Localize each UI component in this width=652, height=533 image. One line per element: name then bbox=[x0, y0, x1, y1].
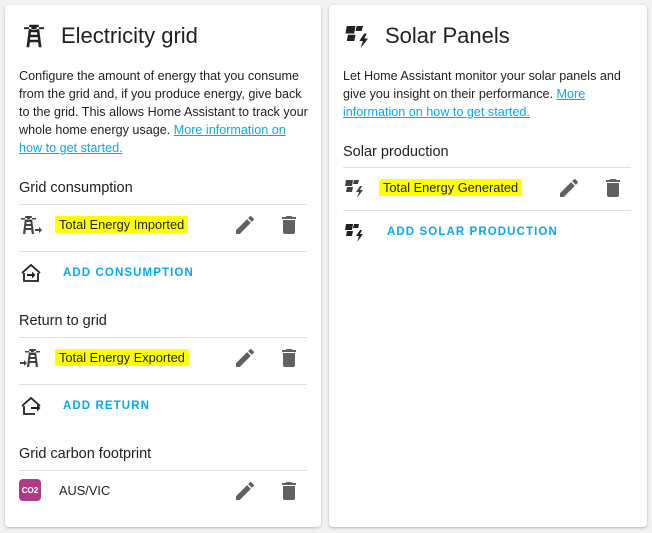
add-solar-production-label: ADD SOLAR PRODUCTION bbox=[387, 226, 558, 238]
return-to-grid-row: Total Energy Exported bbox=[19, 338, 307, 378]
carbon-footprint-row: CO2 AUS/VIC bbox=[19, 471, 307, 511]
card-title: Solar Panels bbox=[385, 23, 510, 48]
edit-pencil-icon[interactable] bbox=[233, 213, 257, 237]
solar-production-title: Solar production bbox=[343, 144, 449, 160]
solar-production-row: Total Energy Generated bbox=[343, 168, 631, 208]
return-to-grid-title: Return to grid bbox=[19, 313, 107, 329]
edit-pencil-icon[interactable] bbox=[557, 176, 581, 200]
card-title: Electricity grid bbox=[61, 23, 198, 48]
transmission-tower-export-icon bbox=[20, 349, 40, 367]
solar-description: Let Home Assistant monitor your solar pa… bbox=[343, 67, 633, 121]
transmission-tower-icon bbox=[19, 19, 49, 53]
grid-description: Configure the amount of energy that you … bbox=[19, 67, 309, 157]
solar-power-icon bbox=[343, 19, 373, 53]
add-solar-production-button[interactable]: ADD SOLAR PRODUCTION bbox=[343, 217, 558, 247]
edit-pencil-icon[interactable] bbox=[233, 346, 257, 370]
divider bbox=[343, 210, 631, 211]
delete-trash-icon[interactable] bbox=[277, 479, 301, 503]
add-return-button[interactable]: ADD RETURN bbox=[19, 391, 150, 421]
grid-consumption-row: Total Energy Imported bbox=[19, 205, 307, 245]
home-export-icon bbox=[21, 396, 41, 415]
electricity-grid-card: Electricity grid Configure the amount of… bbox=[5, 5, 321, 527]
divider bbox=[19, 384, 307, 385]
delete-trash-icon[interactable] bbox=[601, 176, 625, 200]
total-energy-exported-label: Total Energy Exported bbox=[55, 349, 189, 366]
total-energy-imported-label: Total Energy Imported bbox=[55, 216, 189, 233]
solar-power-icon bbox=[345, 224, 363, 242]
delete-trash-icon[interactable] bbox=[277, 346, 301, 370]
carbon-region-label: AUS/VIC bbox=[59, 483, 111, 498]
grid-consumption-title: Grid consumption bbox=[19, 180, 133, 196]
divider bbox=[19, 251, 307, 252]
transmission-tower-import-icon bbox=[21, 216, 42, 234]
delete-trash-icon[interactable] bbox=[277, 213, 301, 237]
solar-panels-card: Solar Panels Let Home Assistant monitor … bbox=[329, 5, 647, 527]
co2-signal-icon: CO2 bbox=[19, 479, 41, 501]
add-consumption-label: ADD CONSUMPTION bbox=[63, 267, 194, 279]
add-return-label: ADD RETURN bbox=[63, 400, 151, 412]
grid-carbon-footprint-title: Grid carbon footprint bbox=[19, 446, 152, 462]
edit-pencil-icon[interactable] bbox=[233, 479, 257, 503]
add-consumption-button[interactable]: ADD CONSUMPTION bbox=[19, 258, 194, 288]
home-import-icon bbox=[21, 263, 41, 282]
total-energy-generated-label: Total Energy Generated bbox=[379, 179, 523, 196]
solar-power-icon bbox=[345, 180, 363, 198]
